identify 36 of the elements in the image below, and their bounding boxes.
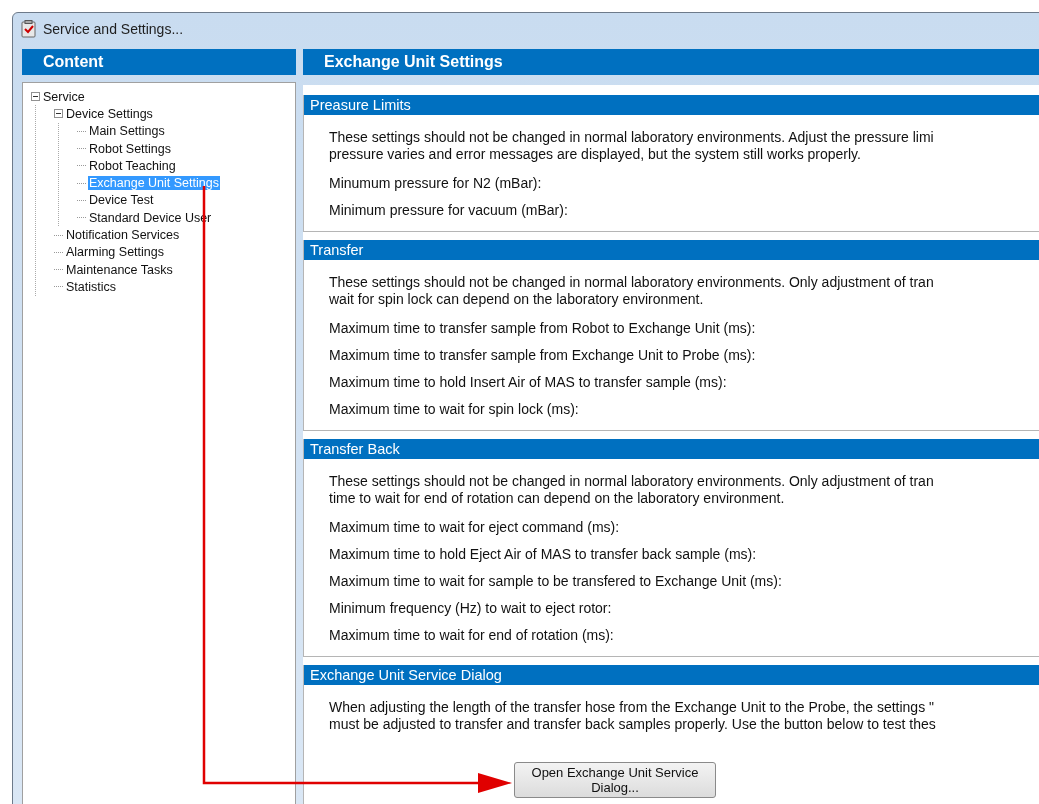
field-label: Maximum time to transfer sample from Exchange Unit to Probe (ms):	[329, 345, 757, 365]
field-label: Maximum time to wait for spin lock (ms):	[329, 399, 580, 419]
field-label: Maximum time to wait for end of rotation (ms):	[329, 625, 615, 645]
clipboard-icon	[21, 19, 37, 38]
section-header: Preasure Limits	[304, 95, 1039, 115]
field-label: Minimum pressure for vacuum (mBar):	[329, 200, 569, 220]
section-header: Transfer	[304, 240, 1039, 260]
field-label: Minimum frequency (Hz) to wait to eject rotor:	[329, 598, 613, 618]
tree-item[interactable]: Alarming Settings	[65, 245, 165, 260]
field-label: Maximum time to wait for eject command (ms):	[329, 517, 621, 537]
section-header: Transfer Back	[304, 439, 1039, 459]
description-text: These settings should not be changed in normal laboratory environments. Adjust the pressure limi pressure varies and error messages are displayed, but the system still works properly.	[329, 129, 935, 163]
tree-item[interactable]: Service	[42, 89, 86, 104]
tree-item[interactable]: Robot Teaching	[88, 158, 177, 173]
collapse-icon[interactable]	[31, 92, 40, 102]
field-label: Maximum time to transfer sample from Robot to Exchange Unit (ms):	[329, 318, 757, 338]
tree-item[interactable]: Main Settings	[88, 124, 166, 139]
open-dialog-button[interactable]: Open Exchange Unit Service Dialog...	[514, 762, 716, 798]
tree-item[interactable]: Notification Services	[65, 228, 181, 242]
section-header: Exchange Unit Service Dialog	[304, 665, 1039, 685]
panel-header: Content	[22, 49, 296, 75]
field-label: Maximum time to hold Insert Air of MAS to transfer sample (ms):	[329, 372, 728, 392]
field-label: Minumum pressure for N2 (mBar):	[329, 173, 543, 193]
description-text: These settings should not be changed in normal laboratory environments. Only adjustment of tran wait for spin lock can depend on the laboratory environment.	[329, 274, 935, 308]
panel-header: Exchange Unit Settings	[303, 49, 1039, 75]
window-title: Service and Settings...	[43, 20, 184, 37]
tree-item[interactable]: Device Settings	[65, 106, 154, 121]
tree-item[interactable]: Maintenance Tasks	[65, 262, 174, 277]
description-text: These settings should not be changed in normal laboratory environments. Only adjustment of tran time to wait for end of rotation can depend on the laboratory environment.	[329, 473, 935, 507]
tree-item[interactable]: Robot Settings	[88, 141, 172, 156]
tree-item[interactable]: Device Test	[88, 193, 155, 208]
field-label: Maximum time to wait for sample to be transfered to Exchange Unit (ms):	[329, 571, 783, 591]
tree-item[interactable]: Statistics	[65, 279, 117, 294]
collapse-icon[interactable]	[54, 109, 63, 119]
description-text: When adjusting the length of the transfer hose from the Exchange Unit to the Probe, the settings " must be adjusted to transfer and transfer back samples properly. Use the button below to test thes	[329, 699, 937, 733]
field-label: Maximum time to hold Eject Air of MAS to transfer back sample (ms):	[329, 544, 758, 564]
